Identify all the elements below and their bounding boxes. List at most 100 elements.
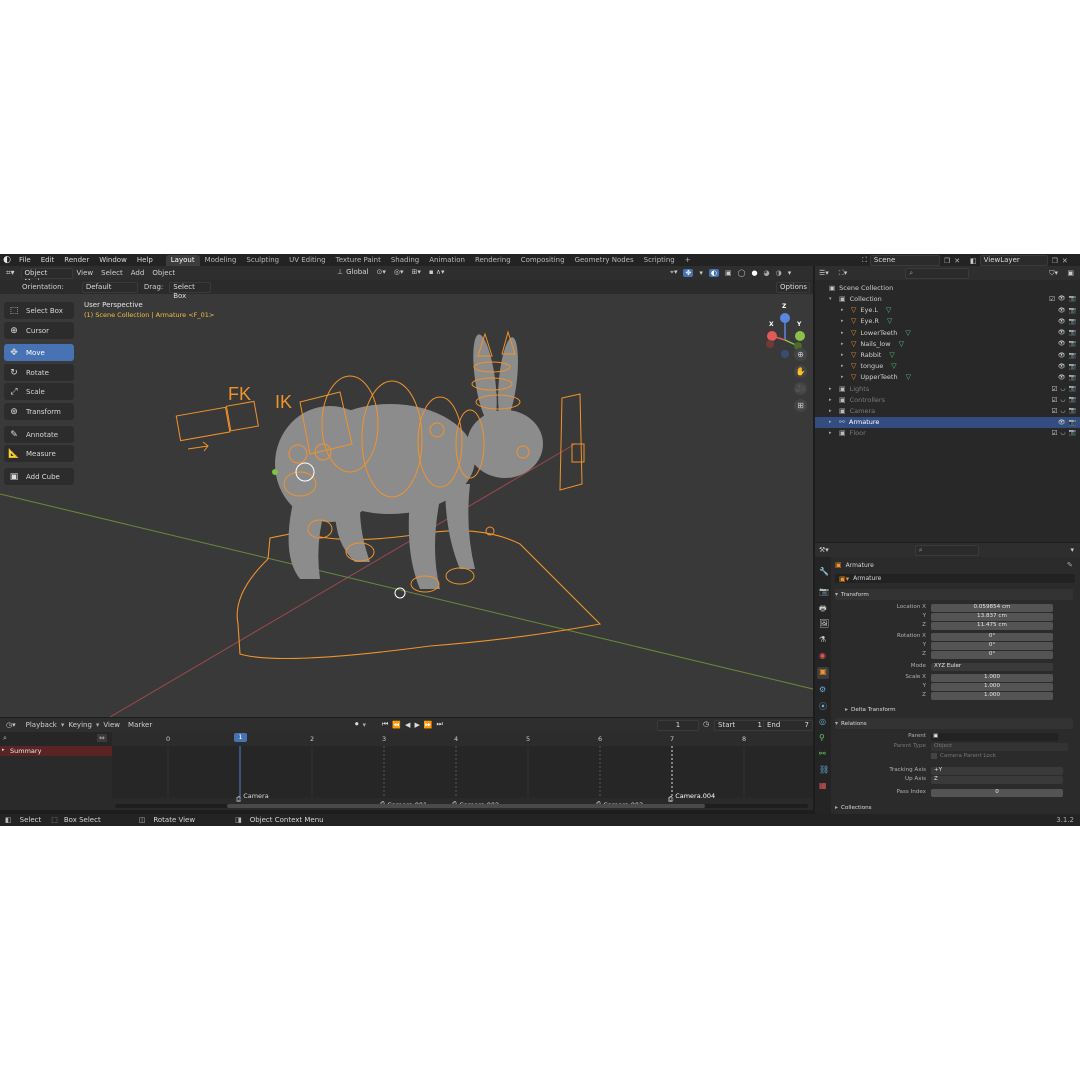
gizmo-toggle-icon[interactable]: ✥ [683,268,694,277]
shading-solid-icon[interactable]: ● [751,269,757,277]
particles-tab-icon[interactable]: ⦿ [819,701,827,712]
prev-keyframe-icon[interactable]: ⏪ [392,721,401,729]
play-icon[interactable]: ▶ [414,721,419,729]
options-dropdown[interactable]: Options [776,282,810,293]
mesh-data-icon[interactable]: ▽ [889,351,894,359]
gizmo-dropdown-icon[interactable]: ▾ [699,269,703,277]
marker-camera-004[interactable]: ⎙ Camera.004 [668,792,715,804]
mesh-data-icon[interactable]: ▽ [905,329,910,337]
copy-view-layer-icon[interactable]: ❐ [1052,257,1058,265]
output-tab-icon[interactable]: 🖶 [819,603,827,617]
delete-scene-icon[interactable]: ✕ [954,257,960,265]
outliner-row[interactable]: ▸ ▣ Floor ☑ ◡ 📷 [815,428,1080,439]
editor-type-icon[interactable]: ⌗▾ [6,268,15,278]
view-layer-name-field[interactable]: ViewLayer [979,255,1048,266]
outliner-row[interactable]: ▸ ▽ tongue ▽ 👁 📷 [815,361,1080,372]
render-camera-icon[interactable]: 📷 [1069,295,1076,303]
tool-cursor[interactable]: ⊕ Cursor [4,322,74,339]
timeline-menu-view[interactable]: View [99,720,124,730]
exclude-checkbox-icon[interactable]: ☑ [1051,385,1057,393]
visibility-eye-icon[interactable]: ◡ [1060,385,1065,393]
render-camera-icon[interactable]: 📷 [1069,374,1076,381]
tool-tab-icon[interactable]: 🔧 [819,567,829,576]
drag-dropdown[interactable]: Select Box [169,281,212,300]
scene-selector[interactable]: ⛶ Scene ❐ ✕ [862,255,960,266]
scale-y-field[interactable]: 1.000 [931,683,1053,691]
scene-name-field[interactable]: Scene [869,255,940,266]
outliner-row[interactable]: ▾ ▣ Collection ☑ 👁 📷 [815,294,1080,305]
viewport-menu-object[interactable]: Object [148,268,179,278]
overlay-toggle-icon[interactable]: ◐ [708,268,719,277]
visibility-eye-icon[interactable]: 👁 [1058,340,1066,347]
expand-chevron-icon[interactable]: ▸ [841,374,849,380]
end-frame-field[interactable]: End 7 [763,720,813,731]
visibility-eye-icon[interactable]: ◡ [1060,429,1065,437]
visibility-eye-icon[interactable]: 👁 [1058,374,1066,381]
render-camera-icon[interactable]: 📷 [1069,363,1076,370]
physics-tab-icon[interactable]: ◎ [819,717,826,726]
relations-section-header[interactable]: ▾ Relations [835,718,1073,729]
visibility-eye-icon[interactable]: 👁 [1058,295,1066,303]
properties-editor-type-icon[interactable]: ⚒▾ [819,546,829,554]
expand-chevron-icon[interactable]: ▸ [841,330,849,336]
transform-orientation-dropdown[interactable]: Global [346,268,368,276]
copy-scene-icon[interactable]: ❐ [944,257,950,265]
camera-view-icon[interactable]: 🎥 [794,382,807,395]
viewport-menu-select[interactable]: Select [97,268,127,278]
menu-edit[interactable]: Edit [36,254,60,266]
location-y-field[interactable]: 13.837 cm [931,613,1053,621]
outliner-editor-type-icon[interactable]: ☰▾ [819,269,829,277]
start-frame-field[interactable]: Start 1 [714,720,766,731]
tab-shading[interactable]: Shading [386,255,424,266]
mesh-data-icon[interactable]: ▽ [899,340,904,348]
snap-icon[interactable]: ◎▾ [394,268,404,276]
expand-chevron-icon[interactable]: ▸ [829,408,837,414]
bone-tab-icon[interactable]: ⚯ [819,749,826,758]
menu-window[interactable]: Window [94,254,132,266]
expand-chevron-icon[interactable]: ▸ [829,397,837,403]
jump-start-icon[interactable]: ⏮ [382,720,388,729]
pass-index-field[interactable]: 0 [931,789,1063,797]
exclude-checkbox-icon[interactable]: ☑ [1051,407,1057,415]
visibility-eye-icon[interactable]: 👁 [1058,329,1066,336]
visibility-eye-icon[interactable]: ◡ [1060,396,1065,404]
tracking-axis-dropdown[interactable]: +Y [931,767,1063,775]
proportional-edit-icon[interactable]: ▪ ∧▾ [429,268,445,276]
outliner-row[interactable]: ▸ ▽ Eye.R ▽ 👁 📷 [815,316,1080,327]
expand-chevron-icon[interactable]: ▾ [829,296,837,302]
xray-toggle-icon[interactable]: ▣ [725,269,732,277]
visibility-eye-icon[interactable]: 👁 [1058,363,1066,370]
swap-channel-icon[interactable]: ⇔ [97,734,107,742]
texture-tab-icon[interactable]: ▦ [819,781,827,790]
tool-measure[interactable]: 📐 Measure [4,445,74,462]
view-layer-tab-icon[interactable]: 🖼 [819,619,829,628]
next-keyframe-icon[interactable]: ⏩ [424,721,433,729]
visibility-icon[interactable]: ⌖▾ [670,268,677,277]
tab-scripting[interactable]: Scripting [639,255,680,266]
location-x-field[interactable]: 0.059854 cm [931,604,1053,612]
tab-texture-paint[interactable]: Texture Paint [331,255,386,266]
visibility-eye-icon[interactable]: 👁 [1058,318,1066,325]
frame-ruler[interactable] [112,732,813,746]
shading-rendered-icon[interactable]: ◑ [776,269,782,277]
outliner-display-mode-icon[interactable]: ⛶▾ [839,269,847,278]
tool-add-cube[interactable]: ▣ Add Cube [4,468,74,485]
expand-chevron-icon[interactable]: ▸ [841,352,849,358]
tab-modeling[interactable]: Modeling [200,255,242,266]
render-camera-icon[interactable]: 📷 [1069,329,1076,336]
outliner-row[interactable]: ▸ ▣ Camera ☑ ◡ 📷 [815,406,1080,417]
object-name-field[interactable]: ▣▾ Armature [835,574,1075,583]
tab-rendering[interactable]: Rendering [470,255,516,266]
shading-wireframe-icon[interactable]: ◯ [738,269,746,277]
pivot-icon[interactable]: ⊙▾ [376,268,385,276]
timeline-scrollbar-thumb[interactable] [227,804,705,808]
expand-chevron-icon[interactable]: ▸ [841,363,849,369]
render-camera-icon[interactable]: 📷 [1069,340,1076,347]
perspective-grid-icon[interactable]: ⊞ [794,399,807,412]
render-camera-icon[interactable]: 📷 [1069,429,1076,437]
menu-file[interactable]: File [14,254,36,266]
constraints-tab-icon[interactable]: ⛓ [819,765,829,774]
summary-channel[interactable]: ▸ Summary [0,746,112,756]
visibility-eye-icon[interactable]: ◡ [1060,407,1065,415]
snap-target-icon[interactable]: ⊞▾ [411,268,420,276]
